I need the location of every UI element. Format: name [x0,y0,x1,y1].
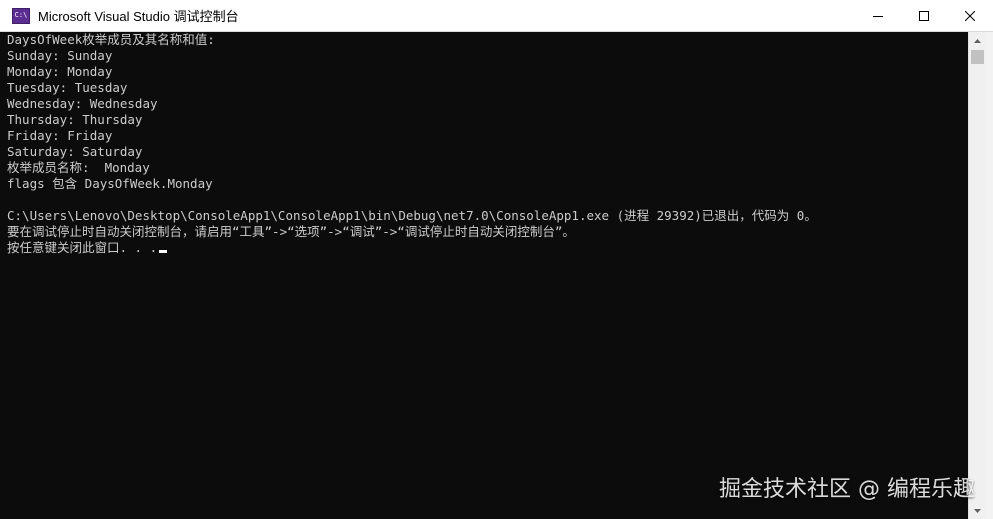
console-line: Wednesday: Wednesday [7,96,158,111]
window-border [986,32,993,519]
console-window: C:\ Microsoft Visual Studio 调试控制台 DaysOf… [0,0,993,519]
console-line: Thursday: Thursday [7,112,143,127]
maximize-button[interactable] [901,0,947,31]
minimize-button[interactable] [855,0,901,31]
text-cursor [159,250,168,253]
window-controls [855,0,993,31]
console-prompt-line: 按任意键关闭此窗口. . . [7,240,817,256]
scroll-up-button[interactable] [969,32,986,49]
scroll-up-icon [974,38,981,43]
scroll-down-icon [974,508,981,513]
console-line: Sunday: Sunday [7,48,113,63]
close-icon [965,10,975,21]
console-line: Monday: Monday [7,64,113,79]
title-bar[interactable]: C:\ Microsoft Visual Studio 调试控制台 [0,0,993,32]
console-line: flags 包含 DaysOfWeek.Monday [7,176,213,191]
console-line: Saturday: Saturday [7,144,143,159]
console-line: 要在调试停止时自动关闭控制台，请启用“工具”->“选项”->“调试”->“调试停… [7,224,575,239]
close-button[interactable] [947,0,993,31]
watermark: 掘金技术社区 @ 编程乐趣 [719,477,975,502]
window-title: Microsoft Visual Studio 调试控制台 [38,9,239,24]
console-line: DaysOfWeek枚举成员及其名称和值: [7,32,215,47]
scroll-thumb[interactable] [971,50,984,64]
console-line: Tuesday: Tuesday [7,80,128,95]
console-app-icon: C:\ [12,7,30,24]
maximize-icon [919,10,929,21]
console-prompt-text: 按任意键关闭此窗口. . . [7,240,158,255]
minimize-icon [873,15,883,17]
console-line: 枚举成员名称: Monday [7,160,150,175]
console-line: C:\Users\Lenovo\Desktop\ConsoleApp1\Cons… [7,208,817,223]
app-icon-glyph: C:\ [14,11,28,19]
scroll-down-button[interactable] [969,502,986,519]
vertical-scrollbar[interactable] [968,32,986,519]
console-line: Friday: Friday [7,128,113,143]
console-output[interactable]: DaysOfWeek枚举成员及其名称和值: Sunday: Sunday Mon… [0,32,968,519]
console-lines: DaysOfWeek枚举成员及其名称和值: Sunday: Sunday Mon… [7,32,817,256]
